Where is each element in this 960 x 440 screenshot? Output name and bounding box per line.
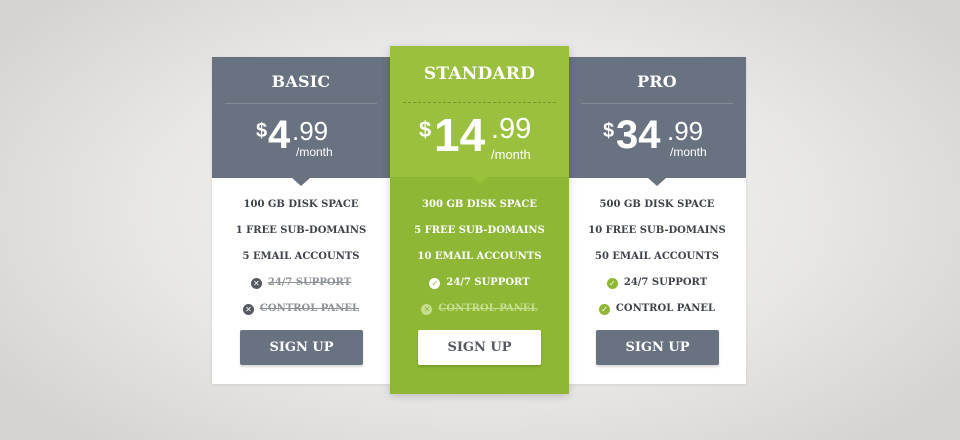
x-circle-icon: ✕	[250, 277, 262, 289]
header-divider	[581, 103, 733, 104]
feature-item: ✕ CONTROL PANEL	[212, 301, 390, 317]
price-dollars: 4	[268, 113, 291, 157]
header-arrow	[470, 176, 489, 184]
plan-header: PRO $ 34 .99 /month	[568, 57, 746, 186]
sign-up-button[interactable]: SIGN UP	[596, 330, 719, 365]
feature-item: ✓ 24/7 SUPPORT	[390, 275, 569, 291]
x-circle-icon: ✕	[242, 303, 254, 315]
feature-item: 10 EMAIL ACCOUNTS	[417, 251, 542, 262]
price-currency: $	[419, 117, 432, 142]
check-circle-icon: ✓	[606, 277, 618, 289]
feature-item: 10 FREE SUB-DOMAINS	[588, 225, 726, 236]
plan-price: $ 4 .99 /month	[212, 113, 390, 165]
feature-item: ✓ CONTROL PANEL	[568, 301, 746, 317]
feature-item: 1 FREE SUB-DOMAINS	[235, 225, 367, 236]
plan-name: BASIC	[271, 72, 331, 91]
feature-item: 5 FREE SUB-DOMAINS	[414, 225, 545, 236]
price-cents: .99	[491, 113, 532, 145]
feature-item: 300 GB DISK SPACE	[422, 199, 537, 210]
feature-item: ✓ 24/7 SUPPORT	[568, 275, 746, 291]
price-period: /month	[670, 145, 707, 159]
check-circle-icon: ✓	[429, 277, 441, 289]
header-divider	[225, 103, 377, 104]
pricing-card-basic: BASIC $ 4 .99 /month 100 GB DISK SPACE 1…	[212, 57, 390, 384]
feature-item: 5 EMAIL ACCOUNTS	[242, 251, 360, 262]
feature-item: 50 EMAIL ACCOUNTS	[595, 251, 719, 262]
price-period: /month	[296, 145, 333, 159]
price-dollars: 14	[434, 109, 486, 161]
price-cents: .99	[292, 116, 329, 146]
feature-item: ✕ CONTROL PANEL	[390, 301, 569, 317]
feature-item: 100 GB DISK SPACE	[243, 199, 359, 210]
pricing-card-standard: STANDARD $ 14 .99 /month 300 GB DISK SPA…	[390, 46, 569, 394]
price-currency: $	[256, 120, 268, 142]
pricing-card-pro: PRO $ 34 .99 /month 500 GB DISK SPACE 10…	[568, 57, 746, 384]
plan-name: PRO	[637, 72, 677, 91]
feature-item: 500 GB DISK SPACE	[599, 199, 715, 210]
header-arrow	[292, 178, 310, 186]
plan-header: BASIC $ 4 .99 /month	[212, 57, 390, 186]
header-arrow	[648, 178, 666, 186]
price-currency: $	[603, 120, 615, 142]
x-circle-icon: ✕	[421, 303, 433, 315]
check-circle-icon: ✓	[598, 303, 610, 315]
feature-item: ✕ 24/7 SUPPORT	[212, 275, 390, 291]
plan-price: $ 34 .99 /month	[568, 113, 746, 165]
price-period: /month	[491, 147, 531, 162]
sign-up-button[interactable]: SIGN UP	[418, 330, 541, 365]
plan-price: $ 14 .99 /month	[390, 109, 569, 162]
plan-header: STANDARD $ 14 .99 /month	[390, 46, 569, 184]
price-dollars: 34	[616, 113, 661, 157]
sign-up-button[interactable]: SIGN UP	[240, 330, 363, 365]
header-divider	[403, 102, 556, 103]
plan-name: STANDARD	[423, 64, 536, 84]
price-cents: .99	[667, 116, 704, 146]
